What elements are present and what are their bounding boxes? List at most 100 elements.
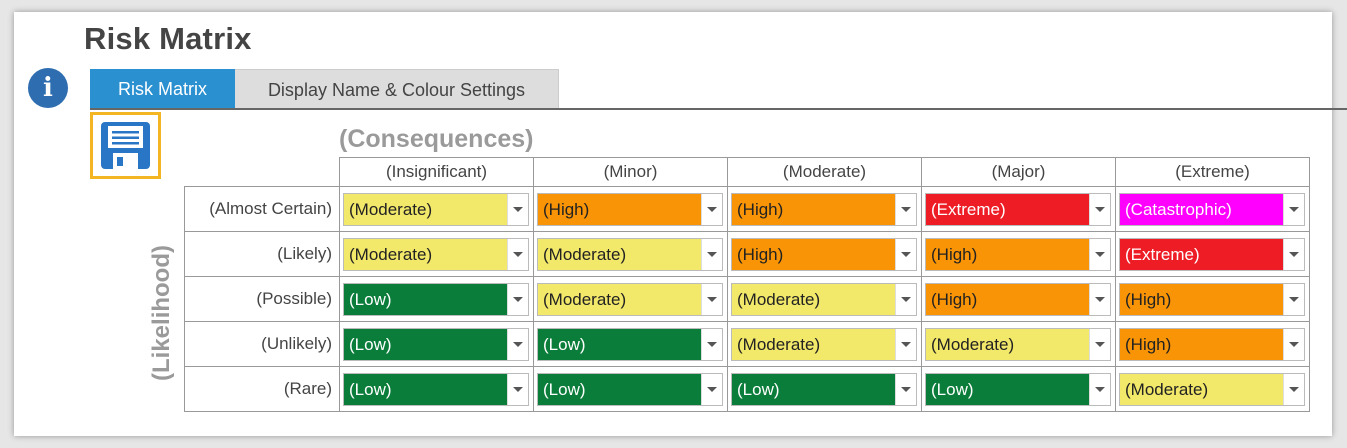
dropdown-arrow-icon[interactable]	[895, 238, 916, 270]
dropdown-arrow-icon[interactable]	[701, 193, 722, 225]
matrix-row: (Almost Certain) (Moderate) (High) (High) (E…	[184, 186, 1310, 232]
dropdown-arrow-icon[interactable]	[895, 328, 916, 360]
dropdown-arrow-icon[interactable]	[1283, 238, 1304, 270]
risk-level-dropdown[interactable]: (High)	[1119, 327, 1305, 361]
risk-level-dropdown[interactable]: (Extreme)	[1119, 237, 1305, 271]
risk-level-dropdown[interactable]: (Moderate)	[537, 282, 723, 316]
risk-level-dropdown[interactable]: (Low)	[343, 327, 529, 361]
dropdown-arrow-icon[interactable]	[1089, 328, 1110, 360]
dropdown-arrow-icon[interactable]	[1089, 193, 1110, 225]
row-header: (Almost Certain)	[184, 186, 340, 232]
risk-level-value: (Moderate)	[538, 238, 701, 270]
info-icon[interactable]: i	[28, 68, 68, 108]
tab-risk-matrix[interactable]: Risk Matrix	[90, 69, 235, 109]
dropdown-arrow-icon[interactable]	[895, 193, 916, 225]
risk-level-value: (Extreme)	[1120, 238, 1283, 270]
row-header: (Possible)	[184, 276, 340, 322]
column-header: (Moderate)	[727, 157, 922, 187]
matrix-cell: (Moderate)	[339, 231, 534, 277]
matrix-cell: (Low)	[533, 321, 728, 367]
matrix-cell: (Moderate)	[533, 276, 728, 322]
matrix-cell: (Moderate)	[727, 276, 922, 322]
risk-level-dropdown[interactable]: (Moderate)	[731, 282, 917, 316]
dropdown-arrow-icon[interactable]	[507, 373, 528, 405]
risk-level-dropdown[interactable]: (High)	[925, 282, 1111, 316]
floppy-disk-icon	[101, 122, 150, 169]
matrix-cell: (High)	[921, 276, 1116, 322]
risk-level-dropdown[interactable]: (Low)	[731, 372, 917, 406]
matrix-cell: (Moderate)	[921, 321, 1116, 367]
matrix-cell: (High)	[727, 186, 922, 232]
risk-level-dropdown[interactable]: (Moderate)	[343, 192, 529, 226]
risk-level-dropdown[interactable]: (Moderate)	[343, 237, 529, 271]
matrix-cell: (Catastrophic)	[1115, 186, 1310, 232]
likelihood-axis-label: (Likelihood)	[142, 198, 182, 428]
save-button[interactable]	[90, 112, 161, 179]
dropdown-arrow-icon[interactable]	[1089, 283, 1110, 315]
dropdown-arrow-icon[interactable]	[701, 373, 722, 405]
risk-level-dropdown[interactable]: (High)	[731, 237, 917, 271]
matrix-cell: (Low)	[727, 366, 922, 412]
risk-level-value: (Extreme)	[926, 193, 1089, 225]
tab-divider	[90, 108, 1347, 110]
risk-level-value: (Moderate)	[926, 328, 1089, 360]
risk-level-value: (High)	[1120, 283, 1283, 315]
row-header: (Likely)	[184, 231, 340, 277]
risk-level-value: (High)	[732, 193, 895, 225]
matrix-cell: (Extreme)	[921, 186, 1116, 232]
risk-level-value: (Low)	[344, 283, 507, 315]
risk-level-dropdown[interactable]: (Low)	[537, 327, 723, 361]
dropdown-arrow-icon[interactable]	[701, 328, 722, 360]
risk-level-dropdown[interactable]: (Moderate)	[1119, 372, 1305, 406]
risk-level-dropdown[interactable]: (Extreme)	[925, 192, 1111, 226]
risk-level-dropdown[interactable]: (Moderate)	[925, 327, 1111, 361]
risk-level-dropdown[interactable]: (Low)	[343, 282, 529, 316]
risk-level-dropdown[interactable]: (Low)	[925, 372, 1111, 406]
risk-level-value: (Moderate)	[732, 283, 895, 315]
dropdown-arrow-icon[interactable]	[701, 283, 722, 315]
dropdown-arrow-icon[interactable]	[1283, 283, 1304, 315]
dropdown-arrow-icon[interactable]	[895, 373, 916, 405]
risk-level-dropdown[interactable]: (Low)	[343, 372, 529, 406]
risk-level-dropdown[interactable]: (Moderate)	[731, 327, 917, 361]
dropdown-arrow-icon[interactable]	[1089, 238, 1110, 270]
risk-level-dropdown[interactable]: (High)	[731, 192, 917, 226]
likelihood-axis-text: (Likelihood)	[148, 245, 175, 381]
matrix-cell: (High)	[921, 231, 1116, 277]
column-header: (Major)	[921, 157, 1116, 187]
risk-level-dropdown[interactable]: (High)	[537, 192, 723, 226]
matrix-cell: (Low)	[921, 366, 1116, 412]
consequences-axis-label: (Consequences)	[339, 125, 534, 153]
risk-level-value: (Catastrophic)	[1120, 193, 1283, 225]
corner-cell	[185, 158, 340, 187]
matrix-cell: (High)	[727, 231, 922, 277]
matrix-row: (Unlikely) (Low) (Low) (Moderate) (Moderate)…	[184, 321, 1310, 367]
matrix-cell: (Moderate)	[727, 321, 922, 367]
risk-level-value: (High)	[732, 238, 895, 270]
dropdown-arrow-icon[interactable]	[895, 283, 916, 315]
risk-level-dropdown[interactable]: (High)	[1119, 282, 1305, 316]
risk-level-value: (Low)	[732, 373, 895, 405]
dropdown-arrow-icon[interactable]	[507, 328, 528, 360]
risk-level-dropdown[interactable]: (Catastrophic)	[1119, 192, 1305, 226]
tab-display-name-colour-settings[interactable]: Display Name & Colour Settings	[235, 69, 559, 109]
risk-level-value: (High)	[538, 193, 701, 225]
row-header: (Rare)	[184, 366, 340, 412]
dropdown-arrow-icon[interactable]	[701, 238, 722, 270]
risk-level-value: (Low)	[344, 328, 507, 360]
dropdown-arrow-icon[interactable]	[1089, 373, 1110, 405]
dropdown-arrow-icon[interactable]	[507, 238, 528, 270]
risk-level-value: (Moderate)	[732, 328, 895, 360]
matrix-cell: (Moderate)	[533, 231, 728, 277]
row-header: (Unlikely)	[184, 321, 340, 367]
dropdown-arrow-icon[interactable]	[507, 193, 528, 225]
risk-level-value: (Moderate)	[344, 238, 507, 270]
risk-level-dropdown[interactable]: (Low)	[537, 372, 723, 406]
dropdown-arrow-icon[interactable]	[1283, 373, 1304, 405]
risk-level-dropdown[interactable]: (Moderate)	[537, 237, 723, 271]
dropdown-arrow-icon[interactable]	[1283, 328, 1304, 360]
risk-level-dropdown[interactable]: (High)	[925, 237, 1111, 271]
dropdown-arrow-icon[interactable]	[1283, 193, 1304, 225]
risk-level-value: (High)	[926, 238, 1089, 270]
dropdown-arrow-icon[interactable]	[507, 283, 528, 315]
